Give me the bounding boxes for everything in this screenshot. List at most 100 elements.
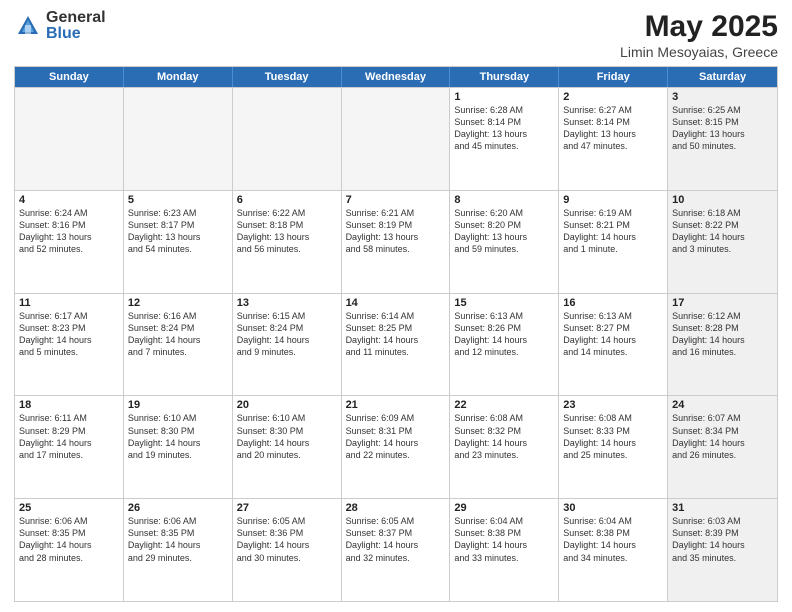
cal-cell-day-2: 2Sunrise: 6:27 AMSunset: 8:14 PMDaylight…	[559, 88, 668, 190]
day-number: 27	[237, 502, 337, 514]
cal-cell-day-31: 31Sunrise: 6:03 AMSunset: 8:39 PMDayligh…	[668, 499, 777, 601]
cell-info: Sunrise: 6:19 AMSunset: 8:21 PMDaylight:…	[563, 207, 663, 256]
cell-info: Sunrise: 6:13 AMSunset: 8:26 PMDaylight:…	[454, 310, 554, 359]
cal-cell-day-29: 29Sunrise: 6:04 AMSunset: 8:38 PMDayligh…	[450, 499, 559, 601]
cell-info: Sunrise: 6:17 AMSunset: 8:23 PMDaylight:…	[19, 310, 119, 359]
day-number: 9	[563, 194, 663, 206]
cell-info: Sunrise: 6:10 AMSunset: 8:30 PMDaylight:…	[237, 412, 337, 461]
header-day-saturday: Saturday	[668, 67, 777, 87]
cell-info: Sunrise: 6:06 AMSunset: 8:35 PMDaylight:…	[19, 515, 119, 564]
cal-cell-day-4: 4Sunrise: 6:24 AMSunset: 8:16 PMDaylight…	[15, 191, 124, 293]
cal-cell-day-24: 24Sunrise: 6:07 AMSunset: 8:34 PMDayligh…	[668, 396, 777, 498]
day-number: 24	[672, 399, 773, 411]
day-number: 7	[346, 194, 446, 206]
cal-cell-day-18: 18Sunrise: 6:11 AMSunset: 8:29 PMDayligh…	[15, 396, 124, 498]
cell-info: Sunrise: 6:03 AMSunset: 8:39 PMDaylight:…	[672, 515, 773, 564]
logo: General Blue	[14, 10, 106, 42]
calendar-row-4: 25Sunrise: 6:06 AMSunset: 8:35 PMDayligh…	[15, 498, 777, 601]
cal-cell-day-22: 22Sunrise: 6:08 AMSunset: 8:32 PMDayligh…	[450, 396, 559, 498]
calendar-body: 1Sunrise: 6:28 AMSunset: 8:14 PMDaylight…	[15, 87, 777, 601]
day-number: 15	[454, 297, 554, 309]
cell-info: Sunrise: 6:16 AMSunset: 8:24 PMDaylight:…	[128, 310, 228, 359]
cell-info: Sunrise: 6:15 AMSunset: 8:24 PMDaylight:…	[237, 310, 337, 359]
cell-info: Sunrise: 6:13 AMSunset: 8:27 PMDaylight:…	[563, 310, 663, 359]
cell-info: Sunrise: 6:04 AMSunset: 8:38 PMDaylight:…	[454, 515, 554, 564]
cal-cell-day-14: 14Sunrise: 6:14 AMSunset: 8:25 PMDayligh…	[342, 294, 451, 396]
cell-info: Sunrise: 6:18 AMSunset: 8:22 PMDaylight:…	[672, 207, 773, 256]
day-number: 25	[19, 502, 119, 514]
day-number: 29	[454, 502, 554, 514]
logo-blue: Blue	[46, 26, 106, 42]
day-number: 23	[563, 399, 663, 411]
calendar-row-1: 4Sunrise: 6:24 AMSunset: 8:16 PMDaylight…	[15, 190, 777, 293]
day-number: 14	[346, 297, 446, 309]
cal-cell-day-8: 8Sunrise: 6:20 AMSunset: 8:20 PMDaylight…	[450, 191, 559, 293]
cell-info: Sunrise: 6:04 AMSunset: 8:38 PMDaylight:…	[563, 515, 663, 564]
cell-info: Sunrise: 6:08 AMSunset: 8:33 PMDaylight:…	[563, 412, 663, 461]
day-number: 18	[19, 399, 119, 411]
cal-cell-day-20: 20Sunrise: 6:10 AMSunset: 8:30 PMDayligh…	[233, 396, 342, 498]
header-day-sunday: Sunday	[15, 67, 124, 87]
logo-general: General	[46, 10, 106, 26]
cal-cell-day-10: 10Sunrise: 6:18 AMSunset: 8:22 PMDayligh…	[668, 191, 777, 293]
header-day-wednesday: Wednesday	[342, 67, 451, 87]
cell-info: Sunrise: 6:05 AMSunset: 8:37 PMDaylight:…	[346, 515, 446, 564]
day-number: 6	[237, 194, 337, 206]
calendar-header: SundayMondayTuesdayWednesdayThursdayFrid…	[15, 67, 777, 87]
cal-cell-day-5: 5Sunrise: 6:23 AMSunset: 8:17 PMDaylight…	[124, 191, 233, 293]
cell-info: Sunrise: 6:28 AMSunset: 8:14 PMDaylight:…	[454, 104, 554, 153]
day-number: 5	[128, 194, 228, 206]
cal-cell-day-25: 25Sunrise: 6:06 AMSunset: 8:35 PMDayligh…	[15, 499, 124, 601]
cell-info: Sunrise: 6:07 AMSunset: 8:34 PMDaylight:…	[672, 412, 773, 461]
cal-cell-day-13: 13Sunrise: 6:15 AMSunset: 8:24 PMDayligh…	[233, 294, 342, 396]
day-number: 8	[454, 194, 554, 206]
cell-info: Sunrise: 6:25 AMSunset: 8:15 PMDaylight:…	[672, 104, 773, 153]
logo-text: General Blue	[46, 10, 106, 42]
cal-cell-day-21: 21Sunrise: 6:09 AMSunset: 8:31 PMDayligh…	[342, 396, 451, 498]
cell-info: Sunrise: 6:05 AMSunset: 8:36 PMDaylight:…	[237, 515, 337, 564]
day-number: 16	[563, 297, 663, 309]
day-number: 26	[128, 502, 228, 514]
day-number: 21	[346, 399, 446, 411]
cal-cell-day-15: 15Sunrise: 6:13 AMSunset: 8:26 PMDayligh…	[450, 294, 559, 396]
cal-cell-day-16: 16Sunrise: 6:13 AMSunset: 8:27 PMDayligh…	[559, 294, 668, 396]
page: General Blue May 2025 Limin Mesoyaias, G…	[0, 0, 792, 612]
day-number: 10	[672, 194, 773, 206]
month-title: May 2025	[620, 10, 778, 44]
day-number: 13	[237, 297, 337, 309]
calendar-row-2: 11Sunrise: 6:17 AMSunset: 8:23 PMDayligh…	[15, 293, 777, 396]
cell-info: Sunrise: 6:20 AMSunset: 8:20 PMDaylight:…	[454, 207, 554, 256]
cal-cell-day-28: 28Sunrise: 6:05 AMSunset: 8:37 PMDayligh…	[342, 499, 451, 601]
cell-info: Sunrise: 6:23 AMSunset: 8:17 PMDaylight:…	[128, 207, 228, 256]
header: General Blue May 2025 Limin Mesoyaias, G…	[14, 10, 778, 60]
cal-cell-day-3: 3Sunrise: 6:25 AMSunset: 8:15 PMDaylight…	[668, 88, 777, 190]
cell-info: Sunrise: 6:24 AMSunset: 8:16 PMDaylight:…	[19, 207, 119, 256]
day-number: 22	[454, 399, 554, 411]
cal-cell-day-27: 27Sunrise: 6:05 AMSunset: 8:36 PMDayligh…	[233, 499, 342, 601]
location: Limin Mesoyaias, Greece	[620, 44, 778, 60]
cal-cell-day-23: 23Sunrise: 6:08 AMSunset: 8:33 PMDayligh…	[559, 396, 668, 498]
cell-info: Sunrise: 6:12 AMSunset: 8:28 PMDaylight:…	[672, 310, 773, 359]
title-block: May 2025 Limin Mesoyaias, Greece	[620, 10, 778, 60]
cell-info: Sunrise: 6:06 AMSunset: 8:35 PMDaylight:…	[128, 515, 228, 564]
day-number: 28	[346, 502, 446, 514]
cal-cell-day-6: 6Sunrise: 6:22 AMSunset: 8:18 PMDaylight…	[233, 191, 342, 293]
day-number: 1	[454, 91, 554, 103]
day-number: 19	[128, 399, 228, 411]
cal-cell-day-19: 19Sunrise: 6:10 AMSunset: 8:30 PMDayligh…	[124, 396, 233, 498]
cal-cell-empty-0-0	[15, 88, 124, 190]
header-day-friday: Friday	[559, 67, 668, 87]
day-number: 12	[128, 297, 228, 309]
header-day-monday: Monday	[124, 67, 233, 87]
cell-info: Sunrise: 6:08 AMSunset: 8:32 PMDaylight:…	[454, 412, 554, 461]
header-day-thursday: Thursday	[450, 67, 559, 87]
cell-info: Sunrise: 6:27 AMSunset: 8:14 PMDaylight:…	[563, 104, 663, 153]
day-number: 17	[672, 297, 773, 309]
cal-cell-day-17: 17Sunrise: 6:12 AMSunset: 8:28 PMDayligh…	[668, 294, 777, 396]
cell-info: Sunrise: 6:09 AMSunset: 8:31 PMDaylight:…	[346, 412, 446, 461]
cal-cell-day-30: 30Sunrise: 6:04 AMSunset: 8:38 PMDayligh…	[559, 499, 668, 601]
day-number: 31	[672, 502, 773, 514]
cal-cell-day-1: 1Sunrise: 6:28 AMSunset: 8:14 PMDaylight…	[450, 88, 559, 190]
day-number: 2	[563, 91, 663, 103]
cal-cell-empty-0-2	[233, 88, 342, 190]
